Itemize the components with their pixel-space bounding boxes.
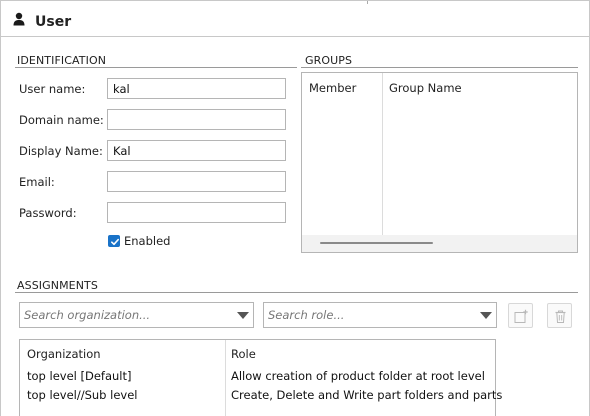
- assignments-section-title: ASSIGNMENTS: [17, 279, 98, 292]
- display-name-input[interactable]: [107, 140, 286, 161]
- assignments-column-organization[interactable]: Organization: [27, 347, 101, 361]
- groups-section-title: GROUPS: [305, 54, 353, 67]
- password-input[interactable]: [107, 202, 286, 223]
- password-label: Password:: [19, 206, 77, 220]
- horizontal-scrollbar[interactable]: [302, 235, 577, 252]
- groups-column-group-name[interactable]: Group Name: [389, 81, 462, 95]
- dropdown-arrow-icon[interactable]: [480, 312, 492, 319]
- identification-section-title: IDENTIFICATION: [17, 54, 107, 67]
- user-dialog: User IDENTIFICATION User name: Domain na…: [0, 0, 590, 416]
- assignments-table[interactable]: Organization Role top level [Default] Al…: [19, 339, 502, 416]
- user-icon: [12, 12, 26, 26]
- user-name-input[interactable]: [107, 78, 286, 99]
- page-title: User: [35, 14, 72, 30]
- enabled-checkbox[interactable]: [108, 235, 120, 247]
- groups-table[interactable]: Member Group Name: [301, 72, 578, 253]
- delete-assignment-button[interactable]: [547, 303, 572, 328]
- scrollbar-thumb[interactable]: [320, 242, 433, 244]
- display-name-label: Display Name:: [19, 144, 103, 158]
- domain-name-label: Domain name:: [19, 113, 104, 127]
- add-assignment-icon: [514, 309, 528, 323]
- dialog-header: User: [1, 1, 590, 37]
- checkmark-icon: [111, 238, 119, 246]
- search-organization-placeholder[interactable]: Search organization...: [24, 308, 150, 322]
- dropdown-arrow-icon[interactable]: [237, 312, 249, 319]
- search-role-placeholder[interactable]: Search role...: [268, 308, 344, 322]
- enabled-label[interactable]: Enabled: [124, 234, 170, 248]
- column-divider: [225, 340, 226, 416]
- row-organization[interactable]: top level//Sub level: [27, 388, 138, 402]
- identification-divider: [15, 67, 297, 68]
- user-name-label: User name:: [19, 82, 86, 96]
- add-assignment-button[interactable]: [508, 303, 533, 328]
- column-divider: [382, 73, 383, 236]
- trash-icon: [555, 310, 566, 323]
- row-organization[interactable]: top level [Default]: [27, 369, 132, 383]
- search-role-combo[interactable]: Search role...: [263, 302, 497, 328]
- row-role[interactable]: Create, Delete and Write part folders an…: [231, 388, 502, 402]
- search-organization-combo[interactable]: Search organization...: [19, 302, 254, 328]
- email-label: Email:: [19, 175, 55, 189]
- row-role[interactable]: Allow creation of product folder at root…: [231, 369, 485, 383]
- groups-divider: [301, 67, 578, 68]
- email-input[interactable]: [107, 171, 286, 192]
- assignments-column-role[interactable]: Role: [231, 347, 256, 361]
- assignments-divider: [15, 292, 578, 293]
- divider: [367, 1, 368, 4]
- domain-name-input[interactable]: [107, 109, 286, 130]
- groups-column-member[interactable]: Member: [309, 81, 356, 95]
